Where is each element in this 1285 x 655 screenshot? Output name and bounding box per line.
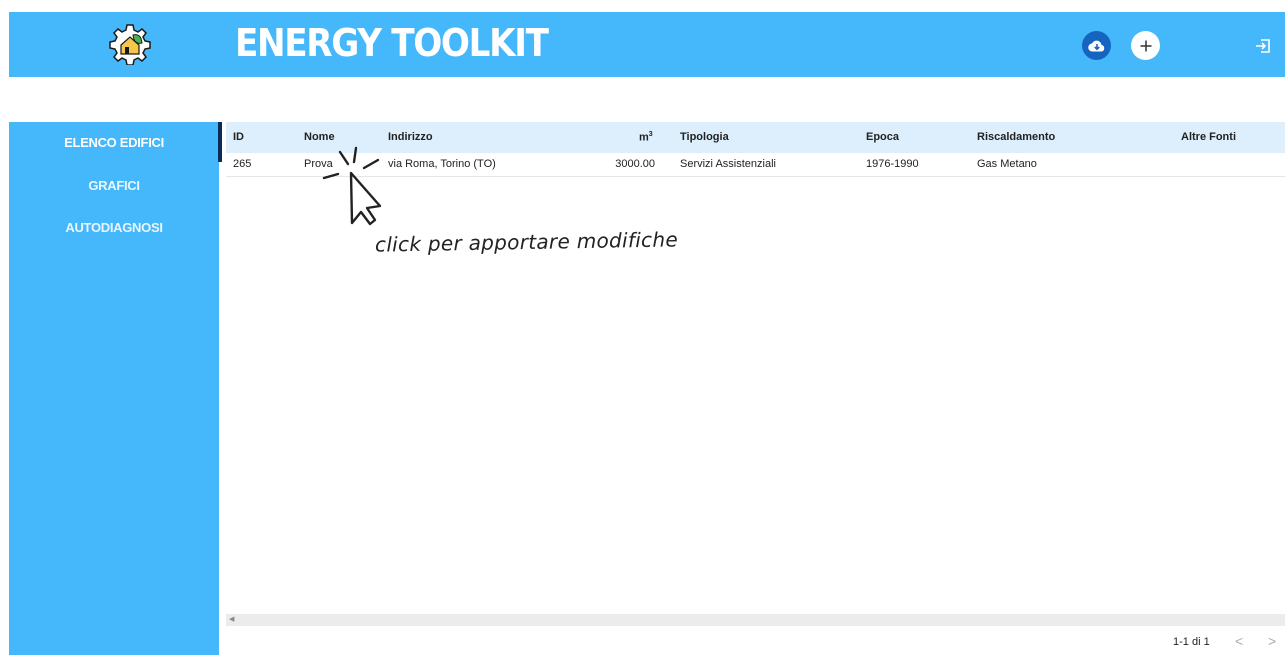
sidebar-item-elenco-edifici[interactable]: ELENCO EDIFICI	[9, 135, 219, 150]
download-button[interactable]	[1082, 31, 1111, 60]
add-button[interactable]	[1131, 31, 1160, 60]
gear-house-leaf-icon	[107, 23, 153, 66]
plus-icon	[1140, 40, 1151, 51]
column-header-indirizzo[interactable]: Indirizzo	[388, 131, 433, 143]
cell-riscaldamento: Gas Metano	[977, 158, 1037, 170]
cell-epoca: 1976-1990	[866, 158, 919, 170]
pagination-range: 1-1 di 1	[1173, 636, 1210, 648]
column-header-tipologia[interactable]: Tipologia	[680, 131, 729, 143]
column-header-id[interactable]: ID	[233, 131, 244, 143]
column-header-altre-fonti[interactable]: Altre Fonti	[1181, 131, 1236, 143]
active-nav-indicator	[218, 122, 222, 162]
cell-id: 265	[233, 158, 252, 170]
sidebar-item-grafici[interactable]: GRAFICI	[9, 178, 219, 193]
sidebar: ELENCO EDIFICI GRAFICI AUTODIAGNOSI	[9, 122, 219, 655]
cloud-download-icon	[1087, 40, 1104, 52]
horizontal-scrollbar[interactable]: ◀	[226, 614, 1285, 626]
column-header-m3[interactable]: m3	[639, 131, 653, 144]
sidebar-item-autodiagnosi[interactable]: AUTODIAGNOSI	[9, 220, 219, 235]
logout-icon	[1256, 39, 1270, 53]
app-title: ENERGY TOOLKIT	[235, 21, 549, 65]
logout-button[interactable]	[1253, 36, 1273, 56]
column-header-epoca[interactable]: Epoca	[866, 131, 899, 143]
app-header: ENERGY TOOLKIT	[9, 12, 1285, 77]
column-header-nome[interactable]: Nome	[304, 131, 335, 143]
column-header-m3-sup: 3	[648, 131, 653, 138]
chevron-right-icon[interactable]: >	[1268, 633, 1276, 649]
chevron-left-icon[interactable]: <	[1235, 633, 1243, 649]
column-header-riscaldamento[interactable]: Riscaldamento	[977, 131, 1055, 143]
column-header-m3-label: m	[639, 131, 649, 144]
scroll-left-icon[interactable]: ◀	[229, 614, 234, 626]
